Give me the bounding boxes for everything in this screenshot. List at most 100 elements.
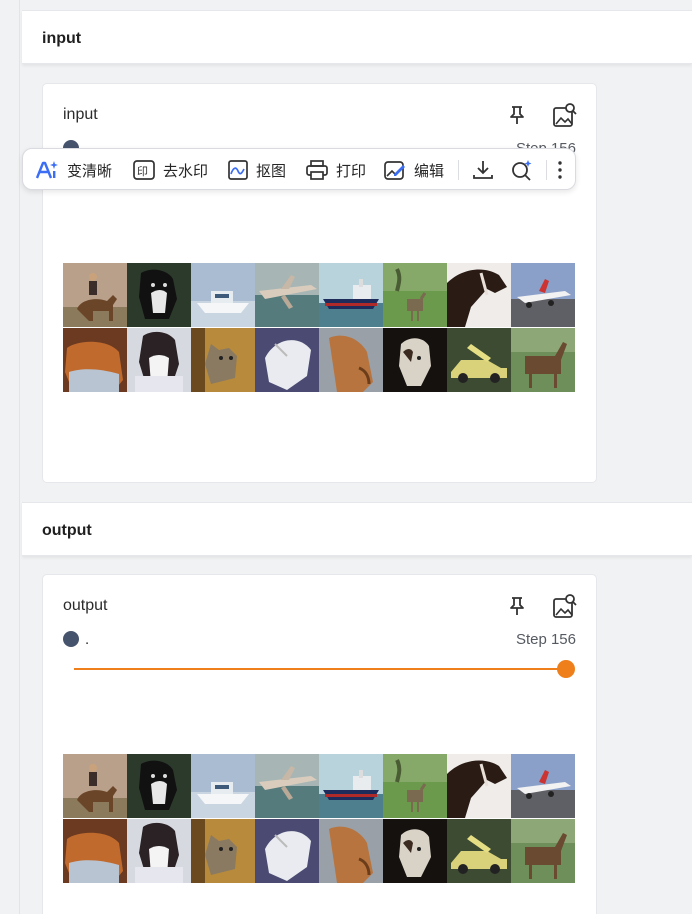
horse-with-rider-image (63, 754, 127, 818)
section-header-output[interactable]: output (22, 502, 692, 556)
enhance-button[interactable]: 变清晰 (35, 149, 112, 191)
ai-enhance-icon (35, 161, 58, 179)
airplane-image (511, 754, 575, 818)
more-options-button[interactable] (557, 149, 563, 191)
image-toolbar: 变清晰 印 去水印 抠图 打印 编辑 (22, 148, 576, 190)
dog-image (127, 754, 191, 818)
dog-image (319, 328, 383, 392)
section-title: input (42, 30, 82, 47)
boat-thumbnail (191, 263, 255, 327)
image-edit-icon (384, 161, 405, 180)
horse-image (511, 819, 575, 883)
car-thumbnail (447, 819, 511, 883)
boat-image (191, 263, 255, 327)
airplane-image (511, 263, 575, 327)
horse-with-rider-thumbnail (63, 263, 127, 327)
horse-with-rider-image (63, 263, 127, 327)
svg-text:印: 印 (137, 165, 148, 178)
car-thumbnail (447, 328, 511, 392)
media-card-output: output . Step 156 (42, 574, 597, 914)
airplane-thumbnail (255, 263, 319, 327)
dog-thumbnail (127, 328, 191, 392)
dog-thumbnail (319, 328, 383, 392)
cutout-label: 抠图 (256, 161, 287, 180)
dog-thumbnail (127, 819, 191, 883)
legend-label: . (85, 631, 90, 648)
left-strip (0, 0, 20, 914)
image-grid (63, 263, 576, 392)
download-button[interactable] (472, 149, 494, 191)
toolbar-divider (546, 160, 547, 180)
airplane-thumbnail (511, 754, 575, 818)
ship-image (319, 263, 383, 327)
more-vertical-icon (558, 161, 562, 179)
dog-image (255, 328, 319, 392)
cutout-button[interactable]: 抠图 (228, 149, 286, 191)
horse-image (447, 263, 511, 327)
enhance-label: 变清晰 (67, 161, 113, 180)
car-image (447, 819, 511, 883)
airplane-thumbnail (511, 263, 575, 327)
download-icon (473, 161, 493, 179)
dog-thumbnail (383, 328, 447, 392)
pin-icon[interactable] (507, 595, 527, 617)
media-card-input: input Step 156 (42, 83, 597, 483)
cat-thumbnail (63, 328, 127, 392)
ai-search-icon (512, 160, 532, 181)
cat-image (191, 328, 255, 392)
ship-thumbnail (319, 754, 383, 818)
ai-search-button[interactable] (511, 149, 533, 191)
dog-image (383, 819, 447, 883)
deer-thumbnail (383, 754, 447, 818)
airplane-thumbnail (255, 754, 319, 818)
dog-thumbnail (127, 263, 191, 327)
horse-thumbnail (447, 263, 511, 327)
image-search-icon[interactable] (552, 102, 578, 128)
car-image (447, 328, 511, 392)
dog-image (127, 819, 191, 883)
dog-image (127, 263, 191, 327)
dog-image (255, 819, 319, 883)
horse-image (511, 328, 575, 392)
ship-thumbnail (319, 263, 383, 327)
printer-icon (306, 160, 328, 180)
watermark-icon: 印 (133, 160, 155, 180)
deer-thumbnail (383, 263, 447, 327)
remove-watermark-button[interactable]: 印 去水印 (133, 149, 208, 191)
ship-image (319, 754, 383, 818)
horse-thumbnail (511, 819, 575, 883)
boat-image (191, 754, 255, 818)
image-search-icon[interactable] (552, 593, 578, 619)
edit-label: 编辑 (414, 161, 445, 180)
dog-thumbnail (383, 819, 447, 883)
deer-image (383, 754, 447, 818)
cat-thumbnail (191, 328, 255, 392)
horse-thumbnail (511, 328, 575, 392)
section-header-input[interactable]: input (22, 10, 692, 64)
cat-image (191, 819, 255, 883)
dog-thumbnail (255, 819, 319, 883)
edit-button[interactable]: 编辑 (384, 149, 444, 191)
card-title: output (63, 597, 108, 614)
step-slider-track[interactable] (74, 668, 566, 670)
dog-thumbnail (127, 754, 191, 818)
dog-thumbnail (255, 328, 319, 392)
boat-thumbnail (191, 754, 255, 818)
legend-dot (63, 631, 79, 647)
dog-image (319, 819, 383, 883)
section-title: output (42, 522, 92, 539)
horse-with-rider-thumbnail (63, 754, 127, 818)
print-button[interactable]: 打印 (306, 149, 366, 191)
step-slider-thumb[interactable] (557, 660, 575, 678)
remove-watermark-label: 去水印 (163, 161, 209, 180)
dog-image (383, 328, 447, 392)
cutout-icon (228, 160, 248, 180)
deer-image (383, 263, 447, 327)
cat-image (63, 819, 127, 883)
horse-thumbnail (447, 754, 511, 818)
cat-thumbnail (63, 819, 127, 883)
print-label: 打印 (336, 161, 367, 180)
pin-icon[interactable] (507, 104, 527, 126)
step-label: Step 156 (515, 631, 576, 648)
airplane-image (255, 754, 319, 818)
